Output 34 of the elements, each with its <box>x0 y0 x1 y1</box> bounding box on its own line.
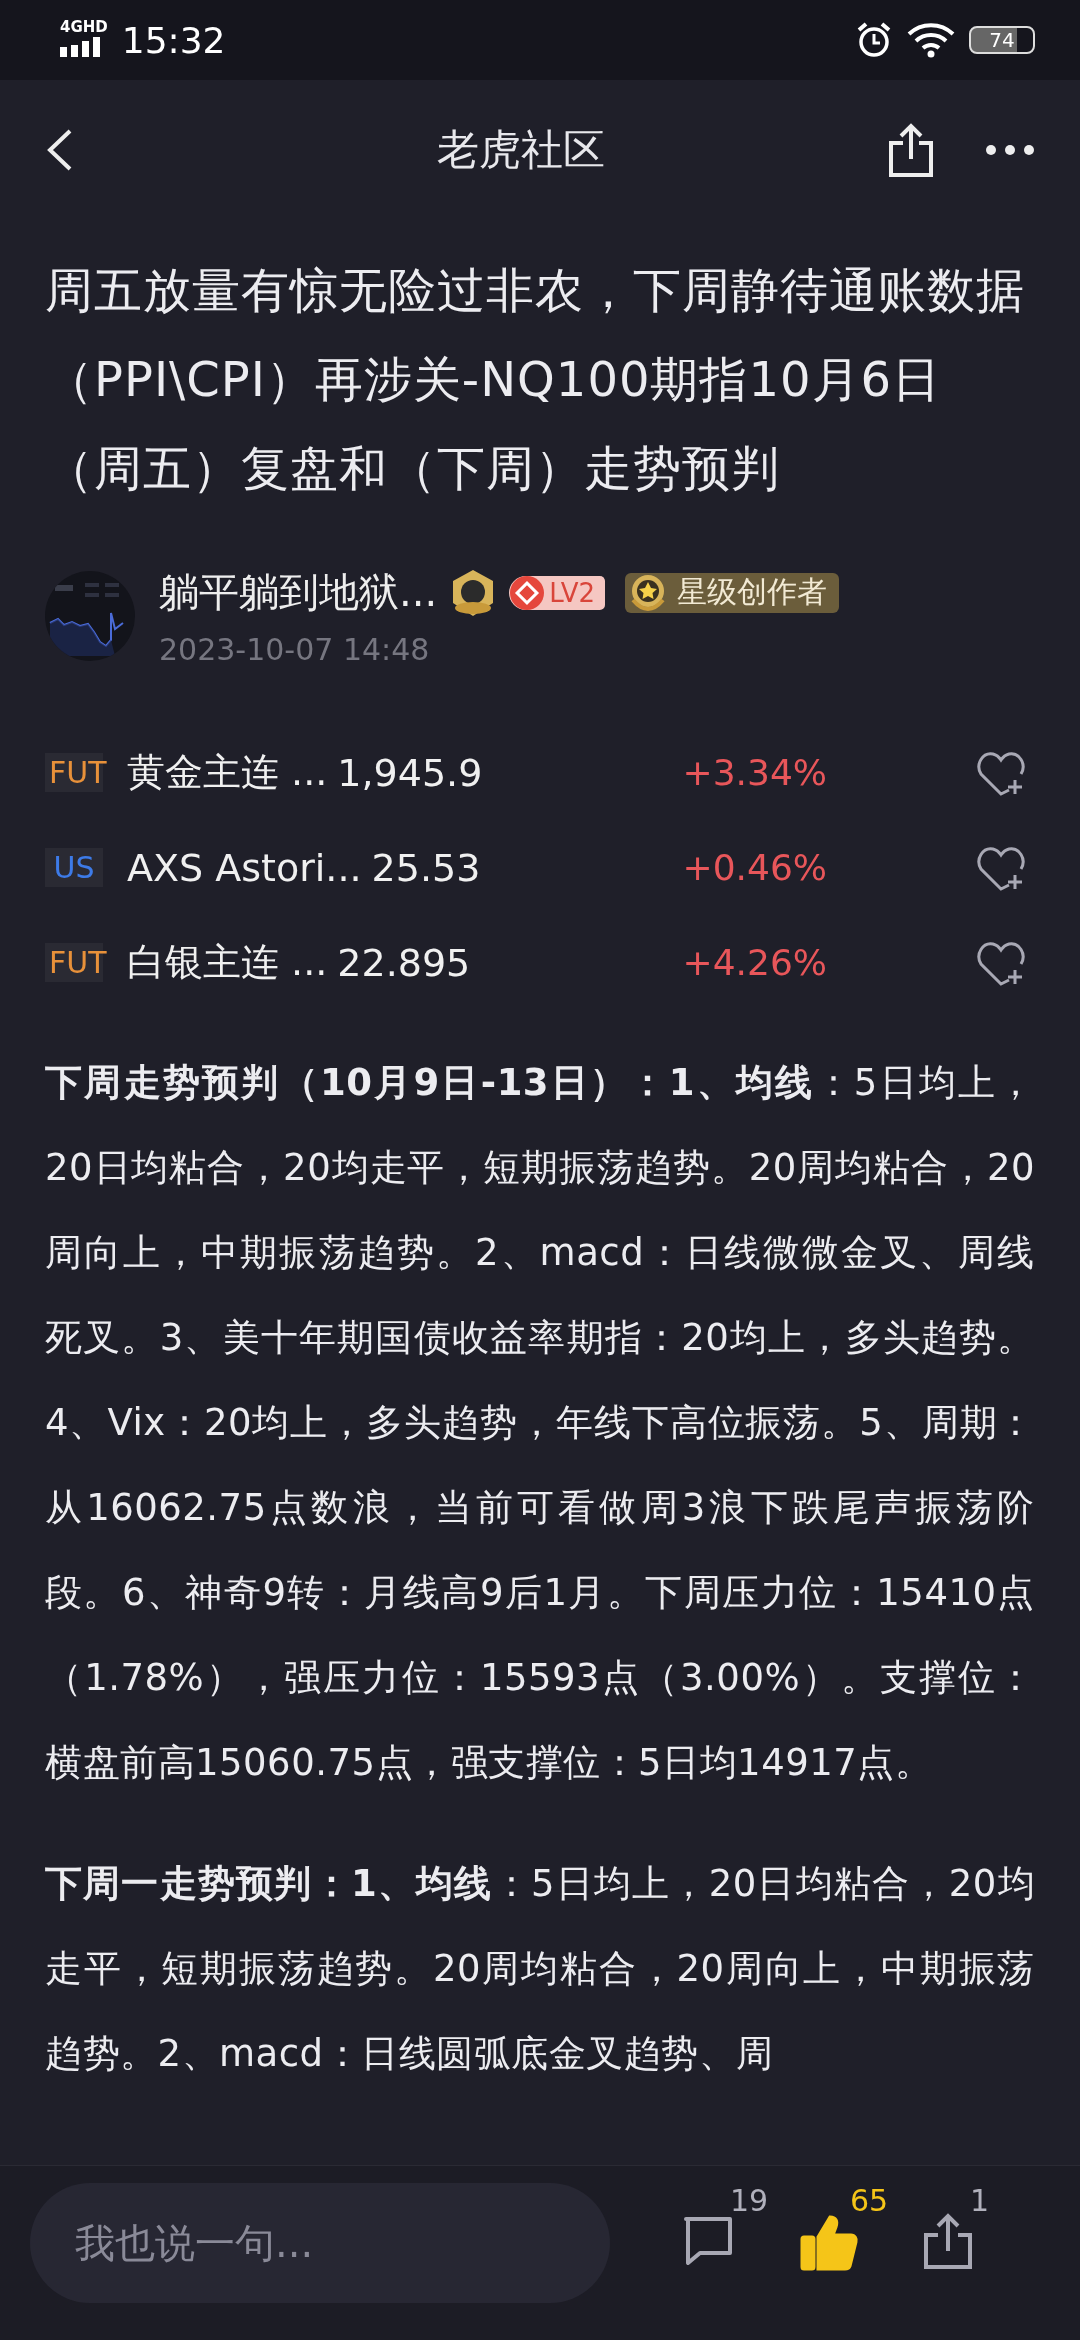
page-title: 老虎社区 <box>436 124 606 176</box>
stock-name: 白银主连 ... <box>127 939 328 986</box>
wifi-icon <box>907 22 955 58</box>
battery-icon: 74 <box>969 26 1035 54</box>
watchlist-add-icon[interactable] <box>977 844 1025 891</box>
share-count: 1 <box>970 2183 990 2218</box>
watchlist-add-icon[interactable] <box>977 939 1025 986</box>
stock-price: 1,945.9 <box>337 750 484 795</box>
price-change: +0.46% <box>682 847 827 888</box>
price-change: +4.26% <box>682 942 827 983</box>
stock-name: 黄金主连 ... <box>127 749 328 796</box>
comment-field[interactable]: 我也说一句... <box>30 2183 610 2303</box>
stock-price: 22.895 <box>337 940 472 985</box>
thumbs-up-icon[interactable] <box>800 2213 860 2273</box>
body-paragraph: 下周一走势预判：1、均线：5日均上，20日均粘合，20均走平，短期振荡趋势。20周均粘合，20周向上，中期振荡趋势。2、macd：日线圆弧底金叉趋势、周 <box>45 1861 1035 2077</box>
creator-badge: 星级创作者 <box>625 572 840 613</box>
body-paragraph: 下周走势预判（10月9日-13日）：1、均线：5日均上，20日均粘合，20均走平，短期振荡趋势。20周均粘合，20周向上，中期振荡趋势。2、macd：日线微微金叉、周线死叉。3、美十年期国债收益率期指：20均上，多头趋势。4、Vix：20均上，多头趋势，年线下高位振荡。5、周期：从16062.75点数浪，当前可看做周3浪下跌尾声振荡阶段。6、神奇9转：月线高9后1月。下周压力位：15410点（1.78%），强压力位：15593点（3.00%）。支撑位：横盘前高15060.75点，强支撑位：5日均14917点。 <box>45 1060 1035 1786</box>
watchlist-add-icon[interactable] <box>977 749 1025 796</box>
post-date: 2023-10-07 14:48 <box>159 632 431 667</box>
alarm-icon <box>855 21 893 59</box>
market-tag: US <box>45 848 103 887</box>
signal-icon <box>60 37 102 57</box>
like-count: 65 <box>850 2183 889 2218</box>
author-name: 躺平躺到地狱... <box>159 568 438 617</box>
share-icon[interactable] <box>887 123 935 177</box>
comment-count: 19 <box>730 2183 769 2218</box>
more-icon[interactable] <box>985 144 1035 156</box>
stock-price: 25.53 <box>371 845 482 890</box>
stock-name: AXS Astori... <box>127 845 362 890</box>
level-badge: LV2 <box>509 575 606 610</box>
price-change: +3.34% <box>682 752 827 793</box>
network-label: 4GHD <box>60 19 108 35</box>
clock-time: 15:32 <box>121 19 226 61</box>
article-title: 周五放量有惊无险过非农，下周静待通账数据（PPI\CPI）再涉关-NQ100期指10月6日（周五）复盘和（下周）走势预判 <box>45 261 1026 498</box>
